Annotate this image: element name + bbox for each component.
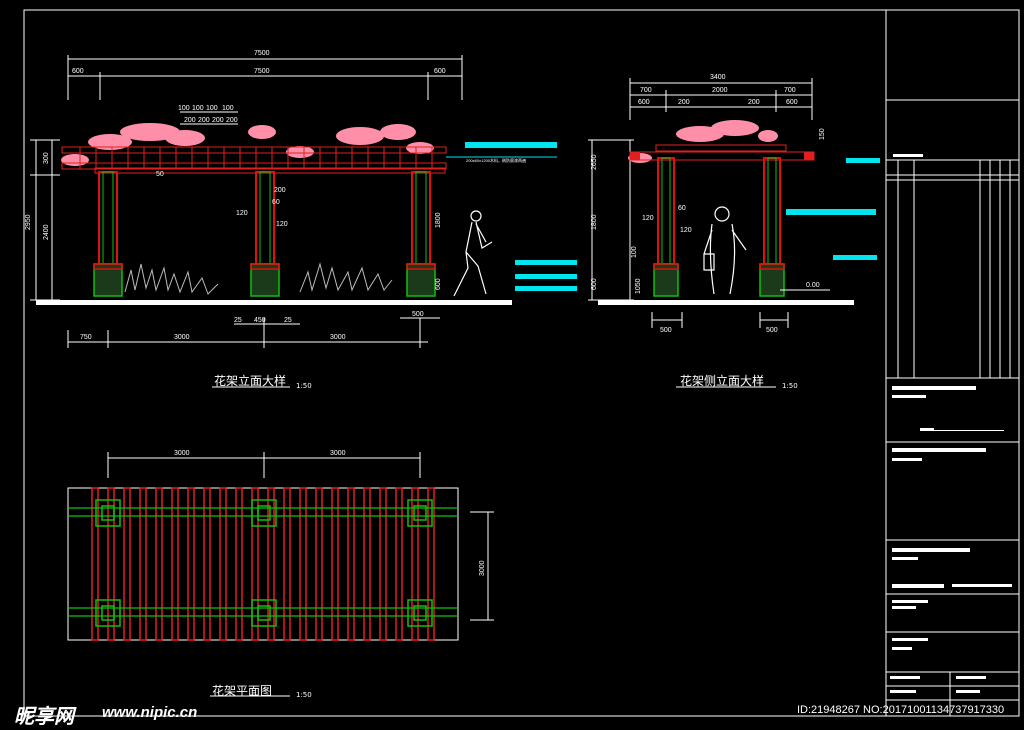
side-dim-150: 150 xyxy=(819,128,826,140)
side-dim-700a: 700 xyxy=(640,87,652,94)
dim-col-60: 60 xyxy=(272,199,280,206)
dim-col-120a: 120 xyxy=(236,210,248,217)
side-flowers xyxy=(628,120,778,163)
side-dim-60: 60 xyxy=(678,205,686,212)
dim-spacing-1: 100 xyxy=(178,105,190,112)
plan-dimensions xyxy=(107,452,494,621)
dim-right-overhang: 600 xyxy=(434,68,446,75)
side-elevation-title: 花架侧立面大样 xyxy=(680,374,765,388)
side-dim-1800: 1800 xyxy=(591,214,598,230)
dim-spacing2-2: 200 xyxy=(198,117,210,124)
dim-spacing-4: 100 xyxy=(222,105,234,112)
side-cyan-tag-2 xyxy=(786,209,876,215)
side-cyan-tag-1 xyxy=(846,158,880,163)
cyan-tag-1 xyxy=(515,260,577,265)
side-posts xyxy=(653,157,785,297)
dim-col-120b: 120 xyxy=(276,221,288,228)
title-underlines xyxy=(210,386,776,697)
dim-span: 7500 xyxy=(254,68,270,75)
dim-base-b: 450 xyxy=(254,317,266,324)
side-cyan-tag-3 xyxy=(833,255,877,260)
side-dim-700b: 700 xyxy=(784,87,796,94)
plan-dim-bay1: 3000 xyxy=(174,450,190,457)
side-dim-500a: 500 xyxy=(660,327,672,334)
dim-h-beam: 300 xyxy=(43,152,50,164)
dim-h-total: 2950 xyxy=(25,214,32,230)
plan-view-scale: 1:50 xyxy=(296,691,312,699)
dim-col-200: 200 xyxy=(274,187,286,194)
front-posts xyxy=(98,171,431,265)
cyan-tag-3 xyxy=(515,286,577,291)
title-block xyxy=(886,99,1019,716)
front-human-figure xyxy=(453,210,493,297)
dim-spacing-2: 100 xyxy=(192,105,204,112)
front-top-dimensions xyxy=(67,55,463,125)
side-dim-600: 600 xyxy=(591,278,598,290)
dim-spacing-3: 100 xyxy=(206,105,218,112)
side-dim-text: 3400 700 2000 700 600 200 200 600 150 26… xyxy=(591,74,826,334)
plan-dim-bay2: 3000 xyxy=(330,450,346,457)
front-dim-text: 7500 600 7500 600 100 100 100 100 200 20… xyxy=(25,50,446,341)
side-dim-2650: 2650 xyxy=(591,154,598,170)
front-ground-line xyxy=(36,300,512,305)
dim-spacing2-3: 200 xyxy=(212,117,224,124)
side-dim-120b: 120 xyxy=(680,227,692,234)
dim-base-a: 25 xyxy=(234,317,242,324)
side-dim-500b: 500 xyxy=(766,327,778,334)
watermark-logo: 昵享网 xyxy=(14,704,74,728)
side-ground-line xyxy=(598,300,854,305)
front-elevation-title: 花架立面大样 xyxy=(214,374,287,388)
side-level: 0.00 xyxy=(806,282,820,289)
plan-view-title: 花架平面图 xyxy=(212,684,273,698)
plan-outline xyxy=(67,487,459,641)
side-dim-600a: 600 xyxy=(638,99,650,106)
side-dim-200a: 200 xyxy=(678,99,690,106)
side-bottom-dimensions xyxy=(651,312,789,328)
dim-spacing2-1: 200 xyxy=(184,117,196,124)
side-dim-200b: 200 xyxy=(748,99,760,106)
dim-h-600: 600 xyxy=(435,278,442,290)
dim-post-offset: 50 xyxy=(156,171,164,178)
annotation-text-group: 200x60x1200木料，刷防腐漆两遍 xyxy=(466,157,526,163)
dim-bay1: 3000 xyxy=(174,334,190,341)
dim-h-1800: 1800 xyxy=(435,212,442,228)
front-post-bases xyxy=(93,263,436,297)
side-dim-1050: 1050 xyxy=(635,278,642,294)
title-block-bars xyxy=(890,154,1012,693)
side-elevation-scale: 1:50 xyxy=(782,382,798,390)
front-flowers xyxy=(61,123,434,166)
side-human-figure xyxy=(703,206,747,295)
side-dim-overall: 3400 xyxy=(710,74,726,81)
annotation-cyan-bar xyxy=(465,142,557,148)
dim-left-overhang: 600 xyxy=(72,68,84,75)
side-dim-100: 100 xyxy=(631,246,638,258)
dim-base-c: 25 xyxy=(284,317,292,324)
annotation-text: 200x60x1200木料，刷防腐漆两遍 xyxy=(466,157,526,163)
dim-bay-left: 750 xyxy=(80,334,92,341)
side-dim-2000: 2000 xyxy=(712,87,728,94)
drawing-svg: 7500 600 7500 600 100 100 100 100 200 20… xyxy=(23,9,1020,717)
front-elevation-scale: 1:50 xyxy=(296,382,312,390)
dim-h-post: 2400 xyxy=(43,224,50,240)
side-dim-120: 120 xyxy=(642,215,654,222)
cad-drawing-canvas: { "titles": { "front": "花架立面大样", "side":… xyxy=(0,0,1024,730)
cyan-tag-2 xyxy=(515,274,577,279)
side-dim-600b: 600 xyxy=(786,99,798,106)
watermark-url: www.nipic.cn xyxy=(102,704,198,721)
dim-overall: 7500 xyxy=(254,50,270,57)
side-elevation xyxy=(588,78,880,328)
plan-rafters xyxy=(91,487,435,641)
sheet-border xyxy=(23,9,1020,717)
front-elevation xyxy=(30,55,577,348)
watermark-id: ID:21948267 NO:20171001134737917330 xyxy=(797,704,1005,716)
plan-dim-width: 3000 xyxy=(479,560,486,576)
dim-bay2: 3000 xyxy=(330,334,346,341)
dim-base-w: 500 xyxy=(412,311,424,318)
dim-spacing2-4: 200 xyxy=(226,117,238,124)
front-beams xyxy=(61,146,447,174)
side-top-dimensions xyxy=(629,78,813,120)
plan-view xyxy=(67,452,494,641)
plan-dim-text: 3000 3000 3000 xyxy=(174,450,486,576)
